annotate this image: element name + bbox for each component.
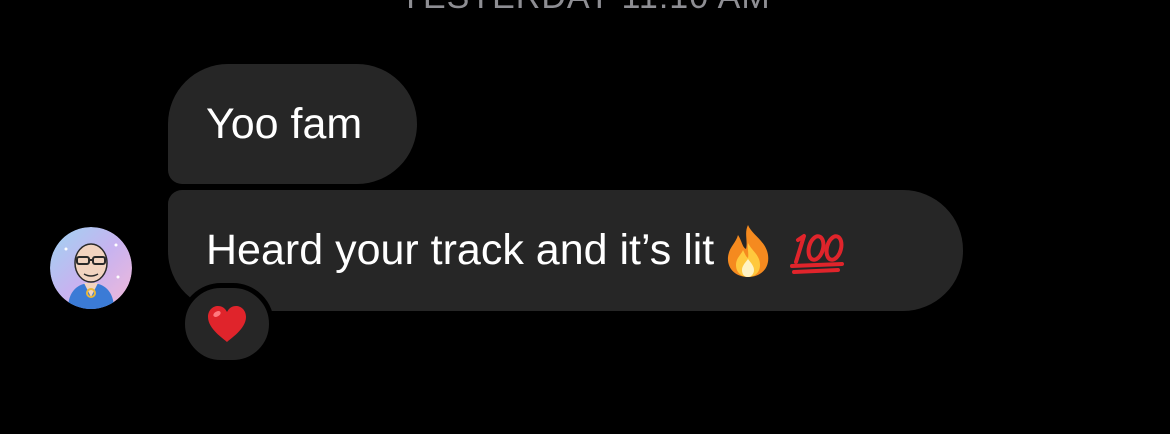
hundred-points-emoji-icon	[790, 233, 845, 274]
message-text: Heard your track and it’s lit	[206, 226, 715, 274]
sender-avatar[interactable]	[50, 227, 132, 309]
red-heart-icon	[208, 306, 246, 342]
message-bubble[interactable]: Yoo fam	[168, 64, 417, 184]
message-timestamp: YESTERDAY 11:10 AM	[0, 0, 1170, 17]
message-bubble[interactable]: Heard your track and it’s lit	[168, 190, 963, 311]
fire-emoji-icon	[728, 224, 769, 277]
message-text: Yoo fam	[206, 99, 363, 148]
heart-reaction[interactable]	[180, 283, 274, 365]
avatar-image	[50, 227, 132, 309]
